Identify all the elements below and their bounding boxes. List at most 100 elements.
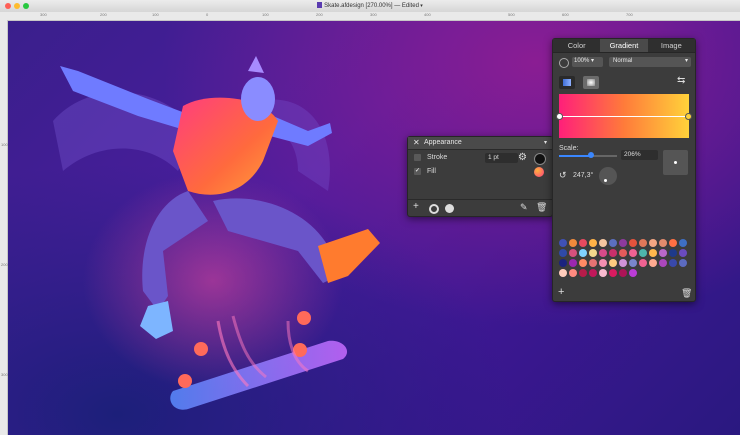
ruler-tick: 100 (262, 12, 269, 17)
fill-panel-tabs: Color Gradient Image (553, 39, 695, 53)
color-swatch[interactable] (619, 249, 627, 257)
stroke-row[interactable]: Stroke 1 pt ⚙ (408, 151, 552, 165)
rotation-dial[interactable] (599, 167, 617, 185)
scale-slider[interactable] (559, 152, 617, 158)
appearance-panel-title: Appearance (424, 139, 462, 146)
color-swatch[interactable] (619, 259, 627, 267)
color-swatch[interactable] (629, 249, 637, 257)
blend-mode-dropdown[interactable]: Normal ▾ (609, 57, 691, 67)
color-swatch[interactable] (649, 259, 657, 267)
scale-slider-knob[interactable] (587, 152, 594, 158)
tab-image[interactable]: Image (648, 39, 695, 52)
gradient-stop-end[interactable] (685, 113, 692, 120)
color-swatch[interactable] (569, 249, 577, 257)
ruler-tick: 0 (206, 12, 209, 17)
radial-gradient-button[interactable] (583, 76, 599, 89)
scale-value-field[interactable]: 206% (621, 150, 658, 160)
close-icon[interactable]: ✕ (413, 137, 420, 149)
blend-mode-value: Normal (613, 58, 633, 64)
color-swatch[interactable] (639, 239, 647, 247)
stroke-checkbox[interactable] (414, 154, 421, 161)
color-swatch[interactable] (579, 269, 587, 277)
color-swatch[interactable] (569, 269, 577, 277)
color-swatch[interactable] (669, 259, 677, 267)
color-swatch[interactable] (649, 249, 657, 257)
color-swatch[interactable] (599, 259, 607, 267)
color-swatch[interactable] (609, 239, 617, 247)
fill-color-swatch[interactable] (534, 167, 544, 177)
horizontal-ruler[interactable]: 300 200 100 0 100 200 300 400 500 600 70… (0, 12, 740, 21)
color-swatch[interactable] (619, 269, 627, 277)
color-swatch[interactable] (589, 239, 597, 247)
color-swatch[interactable] (639, 259, 647, 267)
radial-gradient-icon (587, 79, 595, 86)
ruler-tick: 200 (100, 12, 107, 17)
color-swatch[interactable] (569, 239, 577, 247)
window-title-text: Skate.afdesign [270.00%] — Edited (324, 3, 419, 9)
ruler-tick: 700 (626, 12, 633, 17)
color-swatch[interactable] (609, 249, 617, 257)
add-fill-icon[interactable] (445, 204, 454, 213)
panel-menu-icon[interactable]: ▾ (544, 137, 547, 149)
rotation-value[interactable]: 247,3° (573, 172, 593, 179)
color-swatch[interactable] (609, 269, 617, 277)
origin-dot (674, 161, 677, 164)
tab-gradient[interactable]: Gradient (600, 39, 648, 52)
gradient-preview[interactable] (556, 94, 692, 138)
color-swatch[interactable] (599, 269, 607, 277)
color-swatch[interactable] (559, 259, 567, 267)
stroke-color-swatch[interactable] (534, 153, 546, 165)
color-swatch[interactable] (619, 239, 627, 247)
opacity-icon (559, 58, 569, 68)
color-swatch[interactable] (569, 259, 577, 267)
add-stroke-icon[interactable] (429, 204, 439, 214)
color-swatch[interactable] (589, 259, 597, 267)
color-swatch[interactable] (579, 249, 587, 257)
trash-icon[interactable]: 🗑 (681, 288, 692, 299)
linear-gradient-button[interactable] (559, 76, 575, 89)
vertical-ruler[interactable]: 100 200 300 (0, 20, 8, 435)
color-swatch[interactable] (629, 269, 637, 277)
ruler-tick: 500 (508, 12, 515, 17)
color-swatch[interactable] (579, 239, 587, 247)
add-swatch-icon[interactable]: + (558, 286, 564, 298)
gear-icon[interactable]: ⚙ (518, 151, 527, 165)
fill-row[interactable]: ✓ Fill (408, 165, 552, 179)
scale-slider-fill (559, 155, 591, 157)
trash-icon[interactable]: 🗑 (536, 202, 547, 213)
color-swatch[interactable] (639, 249, 647, 257)
color-swatch[interactable] (629, 239, 637, 247)
tab-color[interactable]: Color (553, 39, 600, 52)
appearance-panel-header: ✕ Appearance ▾ (408, 137, 552, 150)
color-swatch[interactable] (659, 239, 667, 247)
opacity-dropdown[interactable]: 100% ▾ (572, 57, 603, 67)
color-swatch[interactable] (679, 249, 687, 257)
color-swatch[interactable] (649, 239, 657, 247)
color-swatch[interactable] (589, 249, 597, 257)
color-swatch[interactable] (589, 269, 597, 277)
color-swatch[interactable] (679, 259, 687, 267)
add-icon[interactable]: + (413, 201, 419, 212)
rotation-dial-handle (604, 179, 607, 182)
color-swatch[interactable] (599, 239, 607, 247)
gradient-origin-picker[interactable] (663, 150, 688, 175)
color-swatch[interactable] (599, 249, 607, 257)
color-swatch[interactable] (609, 259, 617, 267)
color-swatch[interactable] (659, 259, 667, 267)
color-swatch[interactable] (559, 239, 567, 247)
color-swatch[interactable] (669, 239, 677, 247)
color-swatch[interactable] (629, 259, 637, 267)
gradient-stop-start[interactable] (556, 113, 563, 120)
brush-icon[interactable]: ✎ (520, 202, 528, 213)
reverse-gradient-icon[interactable]: ⇆ (677, 75, 685, 86)
fill-checkbox[interactable]: ✓ (414, 168, 421, 175)
stroke-width-field[interactable]: 1 pt (485, 153, 518, 163)
color-swatch[interactable] (669, 249, 677, 257)
gradient-stops-track (559, 116, 689, 117)
color-swatch[interactable] (559, 269, 567, 277)
opacity-value: 100% (574, 58, 590, 64)
color-swatch[interactable] (559, 249, 567, 257)
color-swatch[interactable] (579, 259, 587, 267)
color-swatch[interactable] (679, 239, 687, 247)
color-swatch[interactable] (659, 249, 667, 257)
